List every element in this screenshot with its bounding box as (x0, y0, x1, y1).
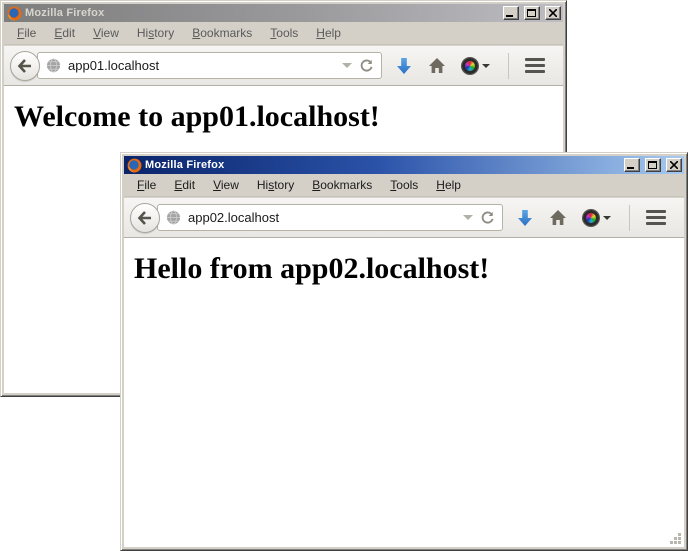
browser-window-app02[interactable]: Mozilla Firefox FileEditViewHistoryBookm… (120, 152, 688, 551)
urlbar-dropdown-icon[interactable] (342, 63, 352, 68)
menu-item-view[interactable]: View (84, 23, 128, 43)
close-button[interactable] (666, 158, 682, 172)
menu-item-help[interactable]: Help (307, 23, 350, 43)
urlbar-dropdown-icon[interactable] (463, 215, 473, 220)
urlbar[interactable]: app02.localhost (157, 204, 503, 231)
menu-item-bookmarks[interactable]: Bookmarks (183, 23, 261, 43)
minimize-button[interactable] (503, 6, 519, 20)
hamburger-icon (646, 210, 666, 213)
urlbar[interactable]: app01.localhost (37, 52, 382, 79)
menu-item-file[interactable]: File (128, 175, 165, 195)
url-text: app02.localhost (188, 210, 456, 225)
firefox-logo-icon (7, 6, 22, 21)
page-heading: Welcome to app01.localhost! (14, 100, 563, 134)
menu-item-file[interactable]: File (8, 23, 45, 43)
home-icon (428, 57, 446, 74)
menu-item-edit[interactable]: Edit (45, 23, 84, 43)
menu-item-tools[interactable]: Tools (381, 175, 427, 195)
toolbar-separator (508, 53, 509, 79)
close-icon (549, 9, 557, 17)
site-identity-globe-icon (166, 210, 181, 225)
menu-item-bookmarks[interactable]: Bookmarks (303, 175, 381, 195)
download-icon (517, 209, 533, 227)
close-button[interactable] (545, 6, 561, 20)
download-button[interactable] (388, 53, 420, 79)
hamburger-icon (525, 58, 545, 61)
window-title: Mozilla Firefox (145, 159, 619, 171)
navigation-toolbar: app01.localhost (4, 45, 563, 86)
chevron-down-icon (603, 216, 611, 220)
close-icon (670, 161, 678, 169)
toolbar-separator (629, 205, 630, 231)
menu-panel-button[interactable] (517, 54, 553, 77)
home-button[interactable] (420, 53, 454, 78)
colorwheel-button[interactable] (575, 206, 619, 230)
menu-item-tools[interactable]: Tools (261, 23, 307, 43)
menu-item-edit[interactable]: Edit (165, 175, 204, 195)
menubar: FileEditViewHistoryBookmarksToolsHelp (4, 22, 563, 45)
reload-icon[interactable] (359, 58, 374, 73)
colorwheel-button[interactable] (454, 54, 498, 78)
menu-item-help[interactable]: Help (427, 175, 470, 195)
menu-item-history[interactable]: History (128, 23, 183, 43)
resize-grip[interactable] (678, 541, 681, 544)
menubar: FileEditViewHistoryBookmarksToolsHelp (124, 174, 684, 197)
download-icon (396, 57, 412, 75)
chevron-down-icon (482, 64, 490, 68)
navigation-toolbar: app02.localhost (124, 197, 684, 238)
toolbar-icons (509, 205, 674, 231)
menu-item-view[interactable]: View (204, 175, 248, 195)
site-identity-globe-icon (46, 58, 61, 73)
maximize-button[interactable] (645, 158, 661, 172)
back-arrow-icon (137, 211, 153, 225)
colorwheel-icon (462, 58, 478, 74)
home-button[interactable] (541, 205, 575, 230)
titlebar[interactable]: Mozilla Firefox (4, 4, 563, 22)
back-button[interactable] (130, 203, 160, 233)
page-heading: Hello from app02.localhost! (134, 252, 684, 286)
minimize-button[interactable] (624, 158, 640, 172)
url-text: app01.localhost (68, 58, 335, 73)
page-content: Hello from app02.localhost! (124, 238, 684, 547)
titlebar[interactable]: Mozilla Firefox (124, 156, 684, 174)
menu-panel-button[interactable] (638, 206, 674, 229)
window-title: Mozilla Firefox (25, 7, 498, 19)
home-icon (549, 209, 567, 226)
toolbar-icons (388, 53, 553, 79)
back-arrow-icon (17, 59, 33, 73)
menu-item-history[interactable]: History (248, 175, 303, 195)
reload-icon[interactable] (480, 210, 495, 225)
firefox-logo-icon (127, 158, 142, 173)
download-button[interactable] (509, 205, 541, 231)
maximize-button[interactable] (524, 6, 540, 20)
colorwheel-icon (583, 210, 599, 226)
back-button[interactable] (10, 51, 40, 81)
